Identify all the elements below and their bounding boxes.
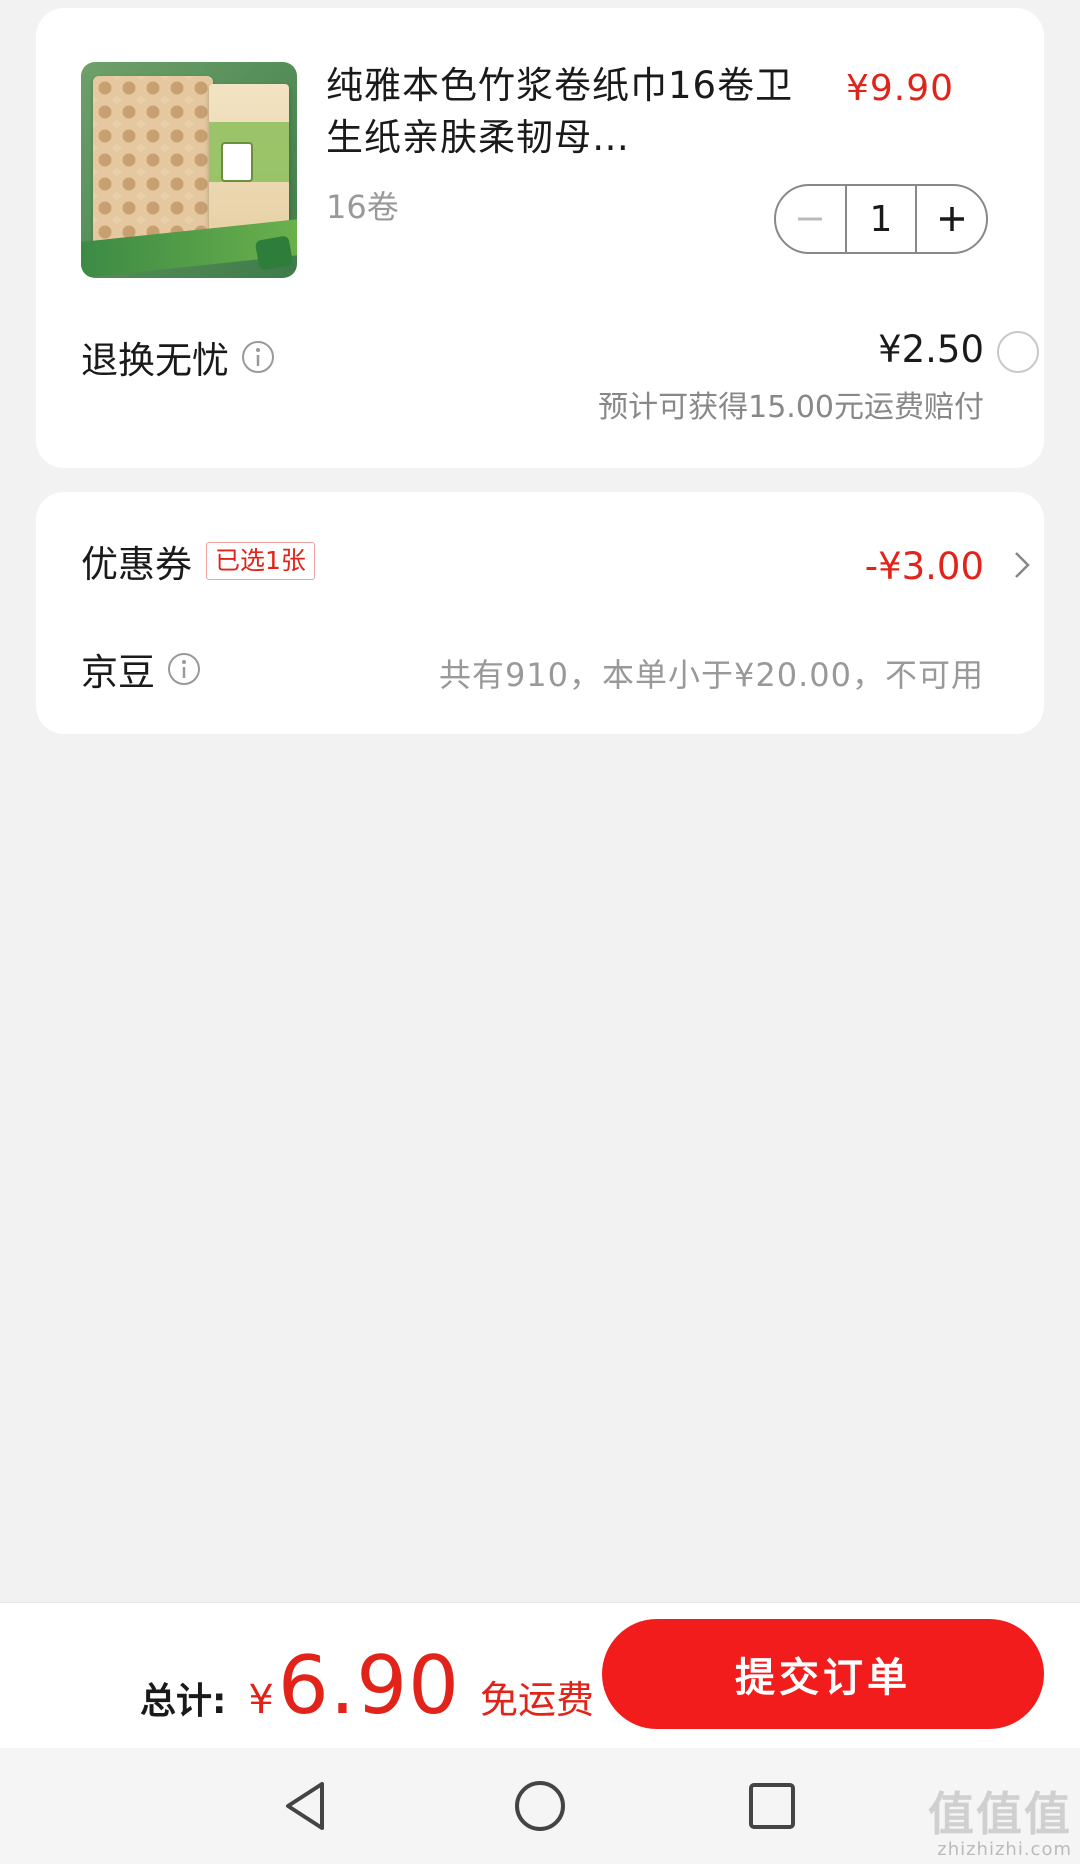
beans-row: 京豆 [81, 642, 201, 696]
paper-rolls-image [93, 76, 213, 246]
product-price: ¥9.90 [845, 68, 954, 109]
home-circle-icon[interactable] [510, 1776, 570, 1836]
quantity-stepper: 1 [774, 184, 988, 254]
coupon-row[interactable]: 优惠券 已选1张 [81, 534, 315, 588]
quantity-value[interactable]: 1 [844, 186, 918, 252]
info-icon[interactable] [241, 340, 275, 374]
return-service-radio[interactable] [997, 331, 1039, 373]
return-service-note: 预计可获得15.00元运费赔付 [598, 390, 984, 425]
increase-quantity-button[interactable] [917, 186, 986, 252]
beans-label: 京豆 [81, 651, 155, 694]
product-title[interactable]: 纯雅本色竹浆卷纸巾16卷卫生纸亲肤柔韧母… [326, 60, 806, 164]
return-service-row: 退换无忧 [81, 330, 275, 384]
decrease-quantity-button[interactable] [776, 186, 845, 252]
product-spec: 16卷 [326, 188, 399, 226]
roll-count-badge [254, 235, 294, 271]
coupon-label: 优惠券 [81, 543, 192, 586]
checkout-bar: 总计: ¥ 6.90 免运费 提交订单 [0, 1602, 1080, 1748]
info-icon[interactable] [167, 652, 201, 686]
watermark: 值值值 zhizhizhi.com [928, 1789, 1072, 1860]
order-total: 总计: ¥ 6.90 免运费 [140, 1639, 594, 1732]
plus-icon [939, 207, 964, 231]
shipping-note: 免运费 [479, 1678, 594, 1722]
beans-note: 共有910，本单小于¥20.00，不可用 [438, 656, 984, 694]
return-service-label: 退换无忧 [81, 339, 229, 382]
coupon-selected-tag: 已选1张 [206, 542, 315, 580]
total-value: 6.90 [277, 1639, 460, 1732]
coupon-amount[interactable]: -¥3.00 [865, 545, 984, 588]
recents-square-icon[interactable] [742, 1776, 802, 1836]
minus-icon [798, 217, 823, 221]
submit-order-button[interactable]: 提交订单 [602, 1619, 1044, 1729]
order-confirmation-page: 纯雅本色竹浆卷纸巾16卷卫生纸亲肤柔韧母… 16卷 ¥9.90 1 退换无忧 ¥… [0, 0, 1080, 1864]
product-thumbnail[interactable] [81, 62, 297, 278]
watermark-logo: 值值值 [928, 1787, 1072, 1841]
system-navigation-bar: 值值值 zhizhizhi.com [0, 1748, 1080, 1864]
total-currency: ¥ [248, 1677, 274, 1723]
return-service-price: ¥2.50 [878, 328, 984, 371]
total-label: 总计: [140, 1681, 227, 1722]
package-seal [221, 142, 253, 182]
chevron-right-icon[interactable] [1010, 547, 1034, 583]
discount-card: 优惠券 已选1张 京豆 [36, 492, 1044, 734]
back-triangle-icon[interactable] [278, 1776, 338, 1836]
watermark-url: zhizhizhi.com [937, 1839, 1072, 1860]
